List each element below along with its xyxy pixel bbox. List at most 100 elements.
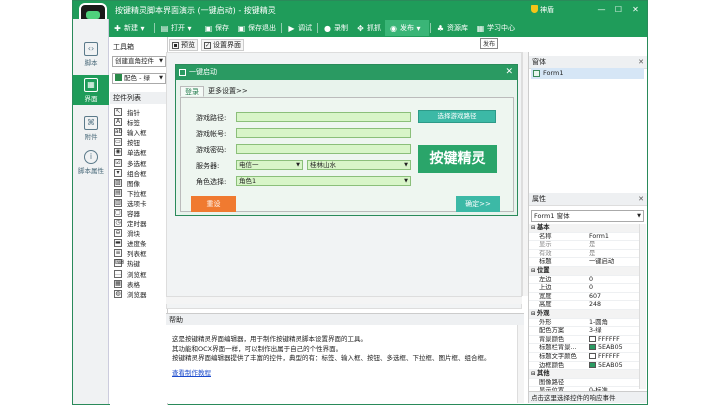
control-type-icon: ab	[114, 128, 123, 137]
maximize-button[interactable]: ☐	[611, 3, 626, 16]
debug-button[interactable]: ▶ 调试	[283, 20, 316, 36]
property-value-cell: 1-圆角	[589, 319, 639, 328]
minimize-button[interactable]: —	[594, 3, 609, 16]
property-row[interactable]: 配色方案 3-绿	[529, 327, 639, 336]
control-item[interactable]: ▬ 进度条	[114, 238, 147, 248]
property-row[interactable]: 左边 0	[529, 276, 639, 285]
path-input[interactable]	[236, 112, 411, 122]
save-exit-button[interactable]: ▣ 保存退出	[233, 20, 280, 36]
property-row[interactable]: 显示 是	[529, 241, 639, 250]
form-close-icon[interactable]: ✕	[505, 65, 513, 80]
control-item[interactable]: ab 输入框	[114, 127, 147, 137]
nav-script[interactable]: ‹› 脚本	[73, 39, 109, 69]
tab-settings-ui-label: 设置界面	[213, 41, 241, 49]
control-item[interactable]: ☑ 多选框	[114, 157, 147, 168]
tab-login[interactable]: 登录	[180, 86, 204, 97]
color-swatch	[589, 361, 596, 368]
property-value: 248	[589, 301, 602, 309]
open-button[interactable]: ▤ 打开 ▾	[156, 20, 200, 36]
new-button[interactable]: ✚ 新建 ▾	[109, 20, 153, 36]
learn-center-button[interactable]: ▦ 学习中心	[472, 20, 519, 36]
color-scheme-dropdown[interactable]: 配色 - 绿 ▼	[112, 73, 166, 84]
control-item[interactable]: ⊖ 滑块	[114, 228, 147, 238]
control-item[interactable]: ▾ 组合框	[114, 168, 147, 178]
open-label: 打开	[171, 24, 185, 32]
record-button[interactable]: ● 录制	[319, 20, 352, 36]
account-input[interactable]	[236, 128, 411, 138]
library-button[interactable]: ♣ 资源库	[432, 20, 472, 36]
property-category[interactable]: ⊟ 外观	[529, 309, 639, 319]
grab-button[interactable]: ✥ 抓抓	[352, 20, 385, 36]
nav-script-props[interactable]: i 脚本属性	[73, 147, 109, 177]
property-row[interactable]: 图像路径	[529, 379, 639, 388]
tab-settings-ui[interactable]: ✓ 设置界面	[201, 39, 244, 51]
control-item[interactable]: ↖ 指针	[114, 107, 147, 117]
control-item[interactable]: ▦ 表格	[114, 279, 147, 289]
form-tree-title: 窗体	[532, 58, 546, 66]
shield-status[interactable]: 神盾	[531, 5, 554, 15]
preview-icon: ▪	[172, 41, 179, 49]
nav-attachment[interactable]: ⌘ 附件	[73, 113, 109, 143]
property-row[interactable]: 标题栏背景... 5EAB05	[529, 344, 639, 353]
tab-preview[interactable]: ▪ 预览	[169, 39, 198, 51]
tab-more-settings[interactable]: 更多设置>>	[204, 86, 252, 97]
form-title-bar: 一键启动 ✕	[176, 65, 517, 80]
property-row[interactable]: 外形 1-圆角	[529, 319, 639, 328]
form-window[interactable]: 一键启动 ✕ 登录 更多设置>>	[175, 64, 518, 216]
nav-ui[interactable]: ▦ 界面	[73, 75, 109, 105]
property-category[interactable]: ⊟ 基本	[529, 224, 639, 233]
tree-item-form1[interactable]: Form1	[531, 68, 644, 79]
control-item[interactable]: ◷ 定时器	[114, 218, 147, 228]
form-icon	[179, 69, 186, 76]
property-row[interactable]: 有效 是	[529, 250, 639, 259]
event-selector[interactable]: 点击这里选择控件的响应事件	[529, 391, 647, 403]
control-item-label: 列表框	[127, 250, 147, 259]
close-button[interactable]: ✕	[628, 3, 643, 16]
control-item[interactable]: ▢ 容器	[114, 208, 147, 218]
control-type-icon: ▢	[114, 208, 122, 217]
property-row[interactable]: 标题 一键启动	[529, 258, 639, 267]
control-shape-dropdown[interactable]: 创建直角控件 ▼	[112, 56, 166, 67]
control-item[interactable]: A 标签	[114, 117, 147, 127]
control-item[interactable]: ▭ 按钮	[114, 137, 147, 147]
close-icon[interactable]: ✕	[638, 193, 644, 206]
publish-button[interactable]: ◉ 发布 ▾	[385, 20, 429, 36]
control-type-icon: ▦	[114, 279, 122, 288]
property-category-label: 位置	[537, 266, 550, 274]
ok-button[interactable]: 确定>>	[456, 196, 500, 212]
property-category[interactable]: ⊟ 位置	[529, 266, 639, 276]
property-value: FFFFFF	[598, 352, 620, 360]
property-row[interactable]: 背景颜色 FFFFFF	[529, 335, 639, 345]
property-row[interactable]: 边框颜色 5EAB05	[529, 361, 639, 371]
control-item[interactable]: ≡ 列表框	[114, 248, 147, 258]
control-item[interactable]: … 浏览框	[114, 269, 147, 279]
control-item-label: 定时器	[127, 220, 147, 229]
server-select[interactable]: 电信一 ▼	[236, 160, 303, 170]
password-input[interactable]	[236, 144, 411, 154]
property-row[interactable]: 标题文字颜色 FFFFFF	[529, 352, 639, 362]
save-button[interactable]: ▣ 保存	[200, 20, 233, 36]
control-item[interactable]: ◍ 浏览器	[114, 289, 147, 299]
control-item[interactable]: ▤ 下拉框	[114, 188, 147, 198]
server2-select[interactable]: 桂林山水 ▼	[307, 160, 411, 170]
property-row[interactable]: 宽度 607	[529, 293, 639, 302]
property-name: 标题	[539, 258, 552, 266]
library-label: 资源库	[447, 24, 468, 32]
save-label: 保存	[215, 24, 229, 32]
props-scrollbar[interactable]	[639, 224, 646, 389]
object-selector[interactable]: Form1 窗体 ▼	[531, 210, 644, 222]
tutorial-link[interactable]: 查看制作教程	[172, 367, 211, 377]
role-select[interactable]: 角色1 ▼	[236, 176, 411, 186]
property-category[interactable]: ⊟ 其他	[529, 370, 639, 379]
property-row[interactable]: 名称 Form1	[529, 233, 639, 242]
control-item[interactable]: ⌨ 热键	[114, 258, 147, 268]
control-item[interactable]: ◉ 单选框	[114, 147, 147, 157]
property-row[interactable]: 高度 248	[529, 301, 639, 310]
reset-button[interactable]: 重设	[191, 196, 236, 212]
design-horizontal-scrollbar[interactable]	[166, 296, 522, 304]
property-row[interactable]: 上边 0	[529, 284, 639, 293]
help-scrollbar[interactable]	[517, 325, 524, 403]
choose-path-button[interactable]: 选择游戏路径	[418, 110, 496, 123]
control-item[interactable]: ▨ 图像	[114, 178, 147, 188]
control-item[interactable]: ▥ 选项卡	[114, 198, 147, 208]
